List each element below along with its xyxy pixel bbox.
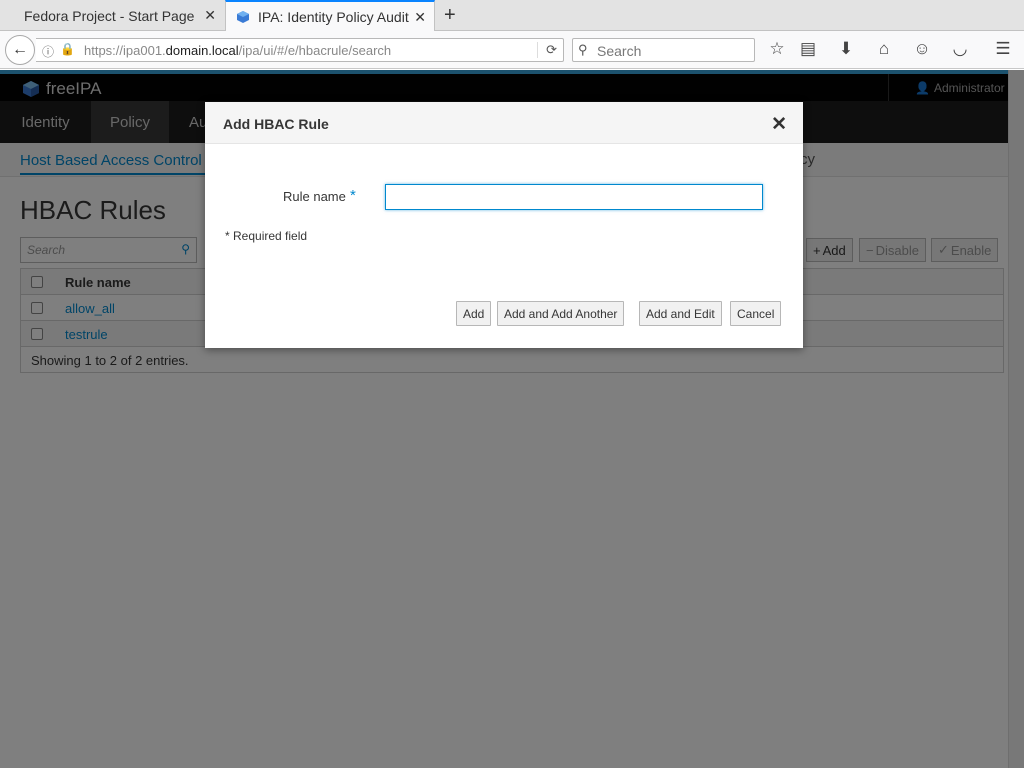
browser-tab-ipa[interactable]: IPA: Identity Policy Audit ✕	[225, 0, 435, 32]
add-and-add-another-button[interactable]: Add and Add Another	[497, 301, 625, 326]
cancel-button[interactable]: Cancel	[730, 301, 782, 326]
add-and-edit-button[interactable]: Add and Edit	[639, 301, 722, 326]
info-icon[interactable]: ⓘ	[42, 43, 54, 60]
tab-title: Fedora Project - Start Page	[24, 7, 195, 24]
reload-icon[interactable]: ⟳	[537, 42, 557, 58]
freeipa-favicon-icon	[237, 11, 249, 23]
new-tab-plus-icon[interactable]: +	[444, 4, 456, 27]
required-field-note: * Required field	[225, 229, 308, 243]
add-button[interactable]: Add	[456, 301, 492, 326]
hamburger-menu-icon[interactable]: ☰	[992, 39, 1014, 59]
required-asterisk: *	[350, 187, 356, 204]
browser-search-input[interactable]: ⚲ Search	[572, 38, 755, 62]
back-arrow-icon[interactable]: ←	[5, 35, 35, 65]
download-arrow-icon[interactable]: ⬇	[835, 39, 857, 59]
search-icon: ⚲	[578, 42, 588, 57]
rule-name-label: Rule name	[283, 189, 346, 204]
lock-icon[interactable]: 🔒	[60, 42, 75, 56]
home-icon[interactable]: ⌂	[873, 39, 895, 59]
dialog-title: Add HBAC Rule	[223, 116, 329, 132]
browser-tab-bar: Fedora Project - Start Page ✕ IPA: Ident…	[0, 0, 1024, 32]
pocket-icon[interactable]: ◡	[949, 39, 971, 59]
search-placeholder: Search	[597, 43, 642, 59]
url-text[interactable]: https://ipa001.domain.local/ipa/ui/#/e/h…	[84, 43, 391, 58]
url-bar[interactable]: ⓘ 🔒 https://ipa001.domain.local/ipa/ui/#…	[36, 38, 564, 62]
close-icon[interactable]: ✕	[771, 113, 787, 136]
dialog-header: Add HBAC Rule ✕	[205, 102, 803, 144]
tab-close-icon[interactable]: ✕	[204, 7, 216, 24]
tab-close-icon[interactable]: ✕	[414, 9, 426, 26]
chat-icon[interactable]: ☺	[911, 39, 933, 59]
reading-list-icon[interactable]: ▤	[797, 39, 819, 59]
bookmark-star-icon[interactable]: ☆	[766, 39, 788, 59]
browser-nav-bar: ← ⓘ 🔒 https://ipa001.domain.local/ipa/ui…	[0, 31, 1024, 69]
tab-title: IPA: Identity Policy Audit	[258, 9, 409, 25]
browser-tab-fedora[interactable]: Fedora Project - Start Page ✕	[0, 0, 224, 31]
add-hbac-rule-dialog: Add HBAC Rule ✕ Rule name * * Required f…	[205, 102, 803, 348]
rule-name-input[interactable]	[385, 184, 763, 210]
